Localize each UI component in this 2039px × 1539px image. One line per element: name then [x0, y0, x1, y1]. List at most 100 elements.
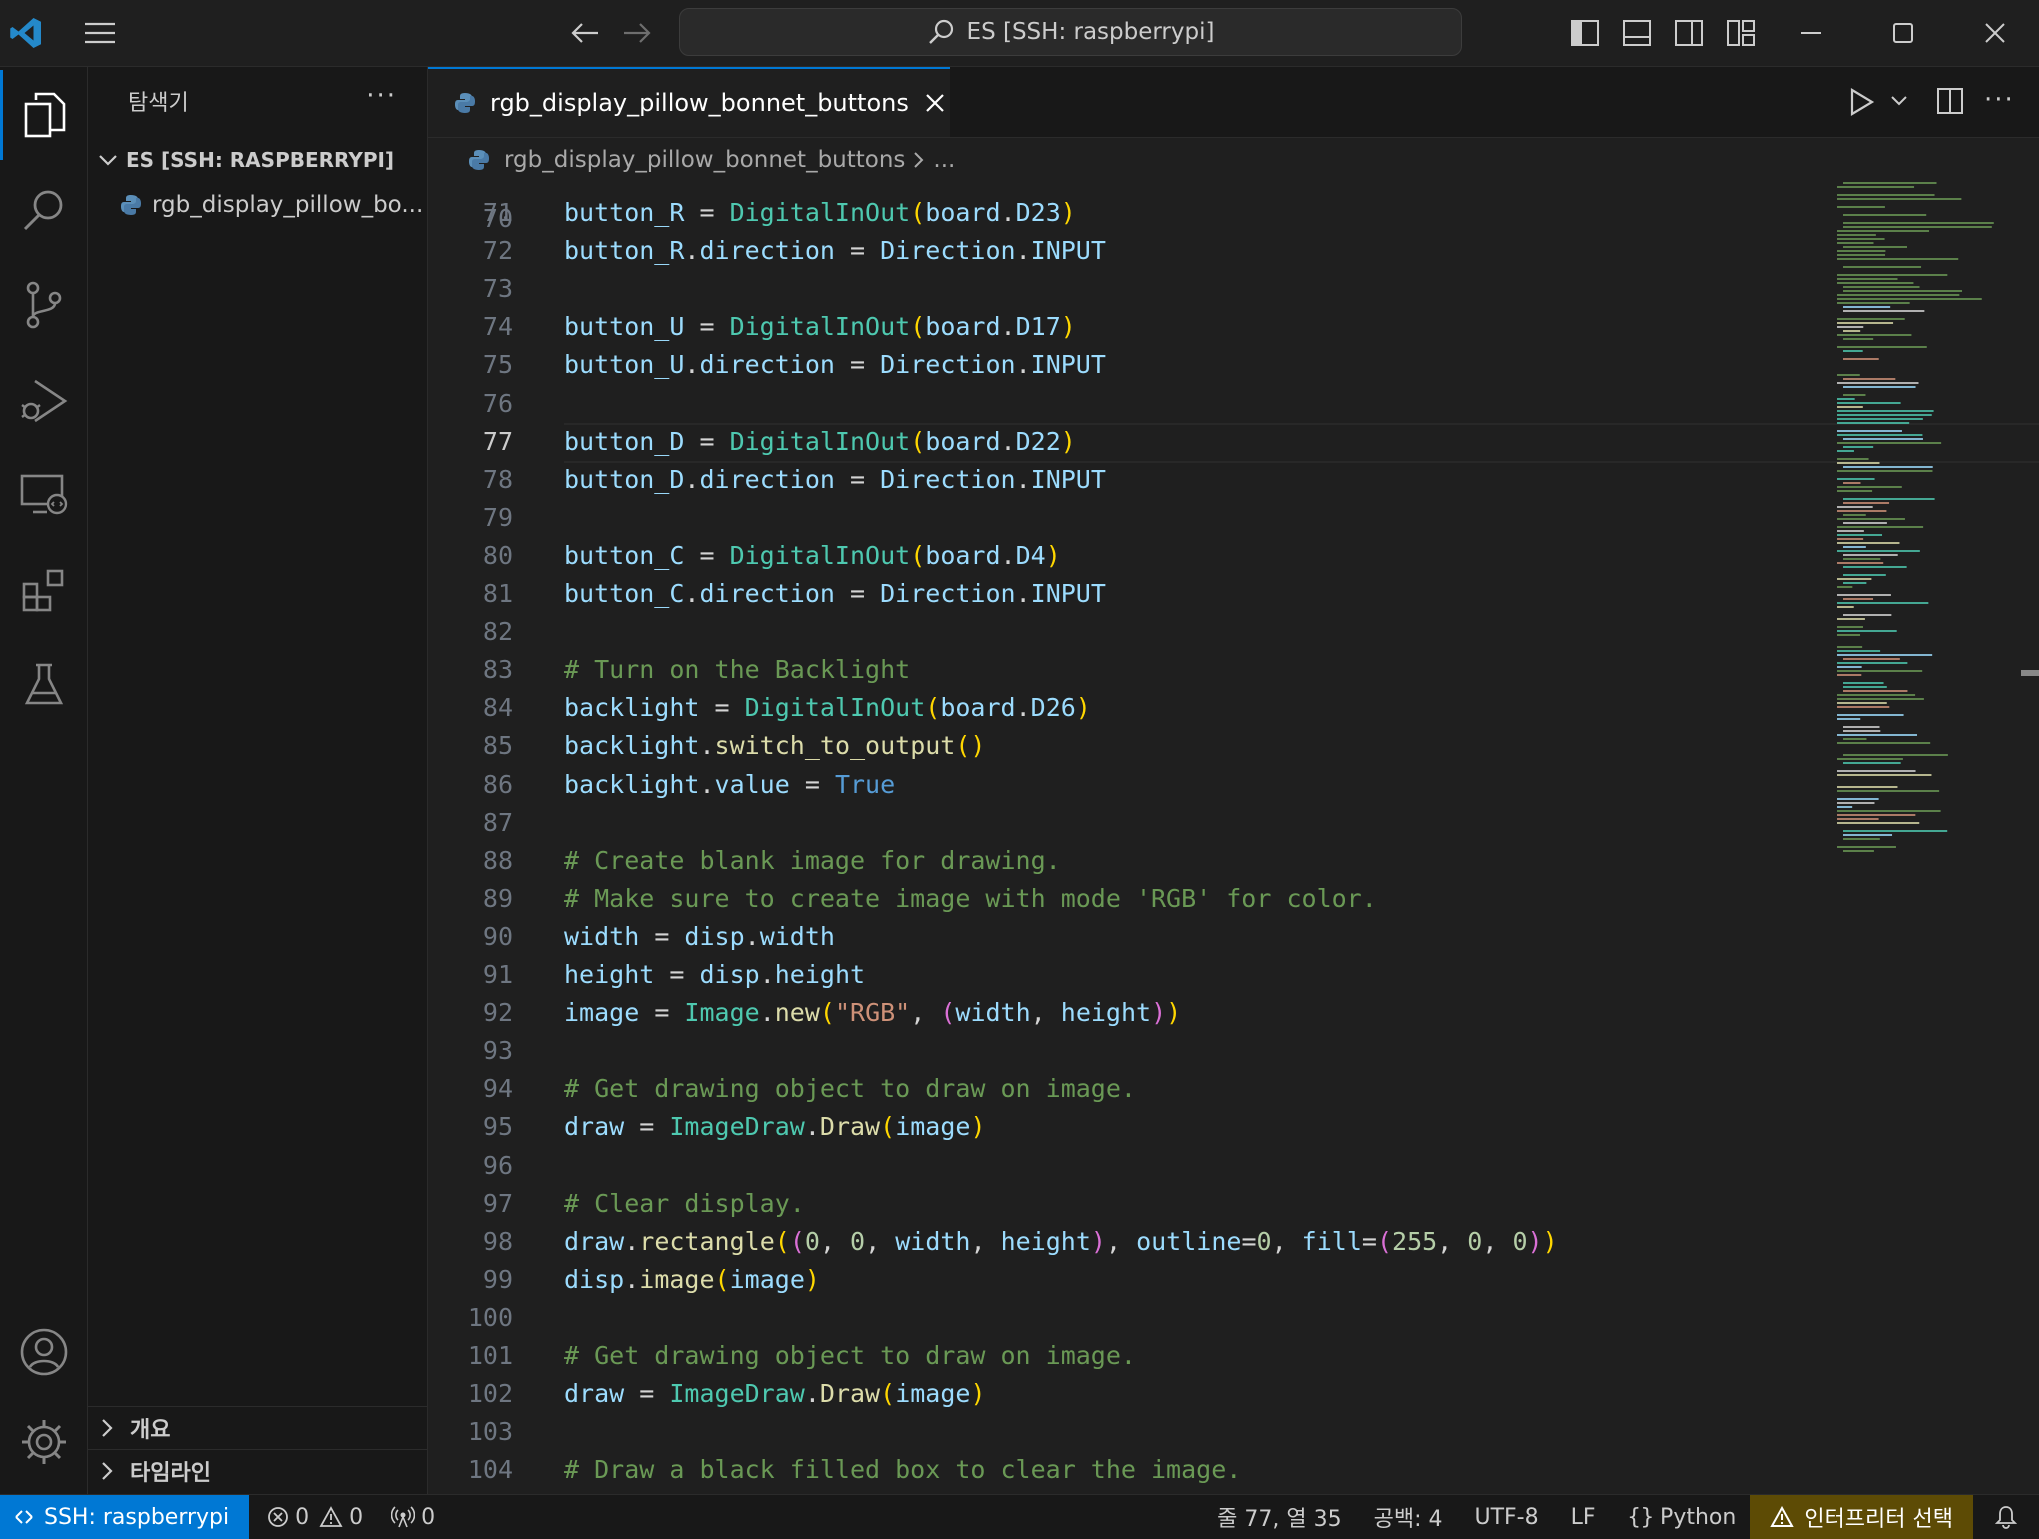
- minimap-line: [1837, 654, 1933, 656]
- search-icon[interactable]: [0, 165, 87, 255]
- code-token: board: [925, 198, 1001, 227]
- braces-icon: {}: [1627, 1504, 1655, 1530]
- forward-arrow-icon[interactable]: [617, 13, 657, 53]
- workspace-folder[interactable]: ES [SSH: RASPBERRYPI]: [88, 143, 427, 177]
- file-item[interactable]: rgb_display_pillow_bo...: [88, 185, 427, 225]
- code-token: ImageDraw: [669, 1112, 805, 1142]
- code-token: button_D: [564, 426, 685, 456]
- remote-explorer-icon[interactable]: [0, 450, 87, 540]
- code-token: .: [699, 769, 715, 799]
- editor-more-actions-button[interactable]: ···: [1984, 85, 2015, 115]
- breadcrumb-more[interactable]: ...: [933, 147, 955, 173]
- code-token: DigitalInOut: [729, 426, 911, 456]
- minimap-line: [1843, 502, 1890, 504]
- line-number: 94: [482, 1074, 513, 1104]
- minimap-line: [1837, 630, 1897, 632]
- code-token: 0: [1256, 1226, 1272, 1256]
- minimap-line: [1843, 726, 1880, 728]
- line-number: 83: [482, 655, 513, 685]
- code-text: width = disp.width: [564, 918, 835, 956]
- minimap-line: [1837, 606, 1854, 608]
- outline-section[interactable]: 개요: [88, 1406, 427, 1449]
- minimap-line: [1837, 410, 1934, 412]
- line-number: 76: [482, 388, 513, 418]
- run-dropdown-chevron-icon[interactable]: [1890, 95, 1908, 107]
- minimap-line: [1843, 834, 1893, 836]
- minimap-line: [1837, 242, 1874, 244]
- minimap-line: [1837, 278, 1898, 280]
- toggle-primary-sidebar-icon[interactable]: [1565, 13, 1605, 53]
- maximize-icon[interactable]: [1883, 13, 1923, 53]
- line-number: 85: [482, 731, 513, 761]
- select-interpreter-button[interactable]: 인터프리터 선택: [1750, 1495, 1973, 1539]
- back-arrow-icon[interactable]: [565, 13, 605, 53]
- code-token: ,: [819, 1226, 851, 1256]
- scrollbar-marker[interactable]: [2021, 670, 2039, 676]
- close-tab-icon[interactable]: [925, 93, 945, 113]
- minimap-line: [1837, 318, 1905, 320]
- menu-icon[interactable]: [80, 13, 120, 53]
- toggle-secondary-sidebar-icon[interactable]: [1669, 13, 1709, 53]
- end-of-line[interactable]: LF: [1571, 1495, 1596, 1539]
- problems-indicator[interactable]: 0 0: [267, 1495, 363, 1539]
- run-python-file-icon[interactable]: [1848, 87, 1876, 117]
- code-editor[interactable]: 70 71 button_R = DigitalInOut(board.D23) 7…: [428, 182, 2039, 1494]
- code-token: ,: [1105, 1226, 1137, 1256]
- minimap-line: [1837, 594, 1891, 596]
- remote-indicator[interactable]: SSH: raspberrypi: [0, 1495, 250, 1539]
- indentation[interactable]: 공백: 4: [1374, 1495, 1443, 1539]
- code-token: # Create blank image for drawing.: [564, 845, 1061, 875]
- editor-tab[interactable]: rgb_display_pillow_bonnet_buttons: [428, 67, 950, 137]
- minimap-line: [1837, 674, 1862, 676]
- editor-tab-bar: rgb_display_pillow_bonnet_buttons ···: [428, 67, 2039, 138]
- code-token: =: [834, 350, 881, 380]
- code-token: (: [819, 998, 835, 1028]
- minimap-line: [1837, 462, 1880, 464]
- ports-indicator[interactable]: 0: [391, 1495, 435, 1539]
- explorer-icon[interactable]: [0, 70, 87, 160]
- more-actions-button[interactable]: ···: [366, 81, 397, 111]
- toggle-panel-icon[interactable]: [1617, 13, 1657, 53]
- customize-layout-icon[interactable]: [1721, 13, 1761, 53]
- code-text: # Get drawing object to draw on image.: [564, 1070, 1136, 1108]
- accounts-icon[interactable]: [0, 1307, 87, 1397]
- code-token: ): [1090, 1226, 1106, 1256]
- tab-label: rgb_display_pillow_bonnet_buttons: [490, 89, 909, 117]
- code-token: button_R: [564, 236, 685, 266]
- code-token: True: [834, 769, 896, 799]
- manage-gear-icon[interactable]: [0, 1397, 87, 1487]
- minimap[interactable]: [1835, 182, 2000, 882]
- source-control-icon[interactable]: [0, 260, 87, 350]
- code-token: draw: [564, 1226, 625, 1256]
- code-token: backlight: [564, 731, 700, 761]
- breadcrumb-file[interactable]: rgb_display_pillow_bonnet_buttons: [504, 147, 905, 173]
- minimap-line: [1837, 418, 1923, 420]
- split-editor-icon[interactable]: [1936, 87, 1964, 115]
- line-number: 75: [482, 350, 513, 380]
- code-token: INPUT: [1030, 579, 1106, 608]
- encoding[interactable]: UTF-8: [1474, 1495, 1538, 1539]
- command-center-search[interactable]: ES [SSH: raspberrypi]: [679, 8, 1462, 56]
- code-token: ): [804, 1264, 820, 1294]
- timeline-section[interactable]: 타임라인: [88, 1449, 427, 1492]
- outline-label: 개요: [130, 1418, 171, 1443]
- language-mode[interactable]: {} Python: [1628, 1495, 1737, 1539]
- cursor-position[interactable]: 줄 77, 열 35: [1217, 1495, 1341, 1539]
- run-debug-icon[interactable]: [0, 355, 87, 445]
- minimap-line: [1837, 302, 1910, 304]
- testing-icon[interactable]: [0, 640, 87, 730]
- code-token: disp: [684, 921, 745, 951]
- warning-count: 0: [349, 1504, 364, 1530]
- extensions-icon[interactable]: [0, 545, 87, 635]
- minimap-line: [1837, 334, 1912, 336]
- minimap-line: [1837, 814, 1916, 816]
- close-icon[interactable]: [1975, 13, 2015, 53]
- minimap-line: [1837, 534, 1883, 536]
- notifications-bell-icon[interactable]: [1995, 1495, 2017, 1539]
- minimize-icon[interactable]: [1791, 13, 1831, 53]
- minimap-line: [1837, 198, 1962, 200]
- minimap-line: [1837, 238, 1885, 240]
- code-token: Direction: [880, 579, 1016, 608]
- code-token: # Draw a black filled box to clear the i…: [564, 1455, 1242, 1485]
- code-token: ImageDraw: [669, 1379, 805, 1409]
